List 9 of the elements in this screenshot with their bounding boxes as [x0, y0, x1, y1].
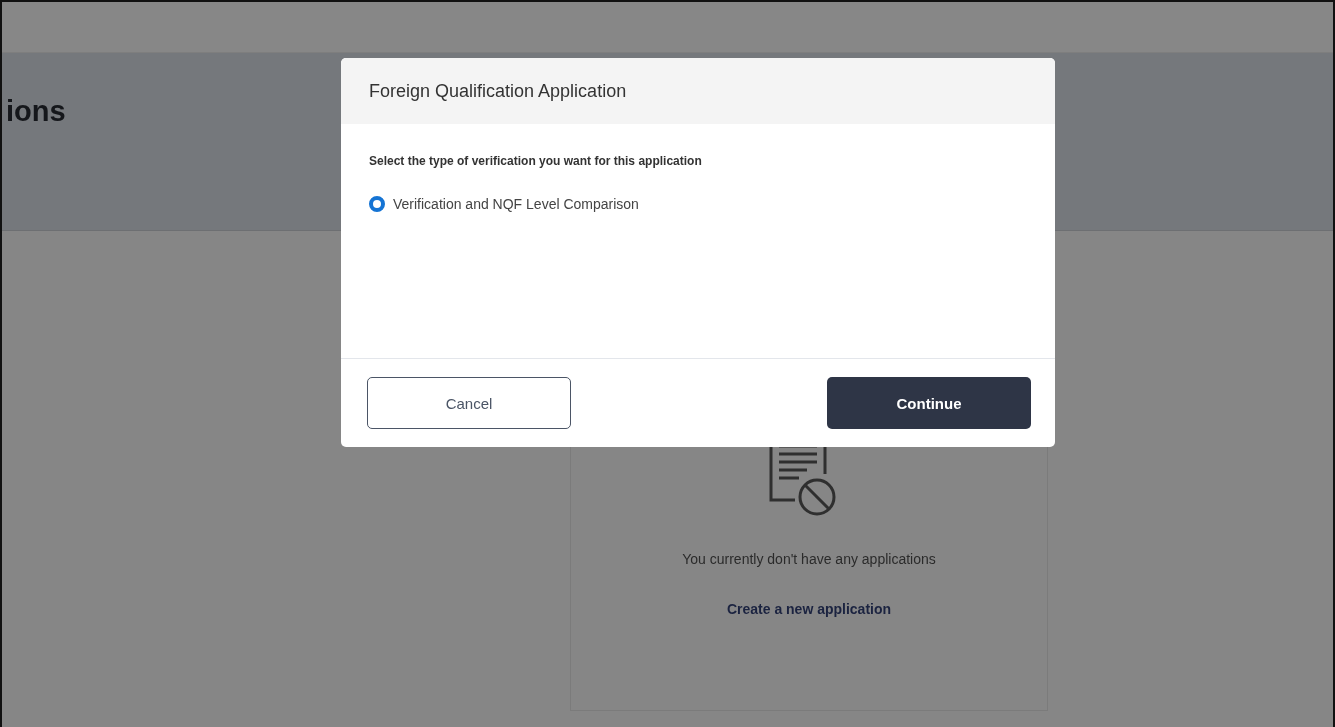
- empty-message: You currently don't have any applications: [682, 551, 936, 567]
- dialog-prompt: Select the type of verification you want for this application: [369, 154, 703, 168]
- dialog-title: Foreign Qualification Application: [369, 80, 627, 102]
- cancel-button[interactable]: Cancel: [367, 377, 571, 429]
- radio-button[interactable]: [369, 196, 385, 212]
- option-label: Verification and NQF Level Comparison: [393, 196, 639, 212]
- continue-button[interactable]: Continue: [827, 377, 1031, 429]
- page-heading: ions: [6, 95, 66, 128]
- create-application-link[interactable]: Create a new application: [726, 601, 892, 617]
